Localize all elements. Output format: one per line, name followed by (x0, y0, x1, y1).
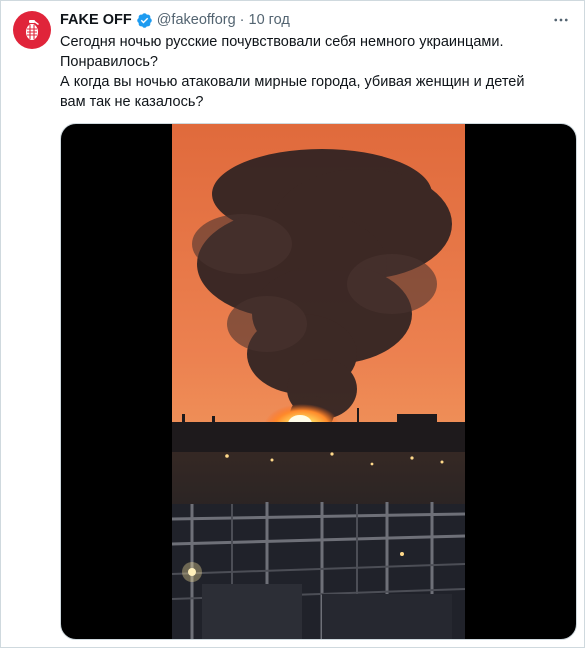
verified-badge-icon (136, 12, 153, 29)
author-handle[interactable]: @fakeofforg (157, 12, 236, 28)
tweet-card[interactable]: FAKE OFF @fakeofforg · 10 год Сегодня но… (0, 0, 585, 648)
tweet-text-line: Понравилось? (60, 54, 158, 70)
video-frame[interactable] (172, 124, 465, 639)
tweet-text-line: А когда вы ночью атаковали мирные города… (60, 74, 525, 90)
grenade-icon (26, 20, 39, 40)
tweet-header: FAKE OFF @fakeofforg · 10 год (60, 10, 544, 30)
tweet-text: Сегодня ночью русские почувствовали себя… (60, 32, 572, 112)
tweet-media-video[interactable] (60, 123, 577, 640)
video-still-image (172, 124, 465, 639)
author-name[interactable]: FAKE OFF (60, 12, 132, 28)
tweet-timestamp[interactable]: 10 год (249, 12, 290, 28)
avatar[interactable] (13, 11, 51, 49)
tweet-text-line: вам так не казалось? (60, 94, 204, 110)
more-options-button[interactable] (550, 11, 572, 29)
tweet-text-line: Сегодня ночью русские почувствовали себя… (60, 34, 504, 50)
more-options-icon (554, 18, 568, 22)
header-separator: · (239, 12, 245, 28)
